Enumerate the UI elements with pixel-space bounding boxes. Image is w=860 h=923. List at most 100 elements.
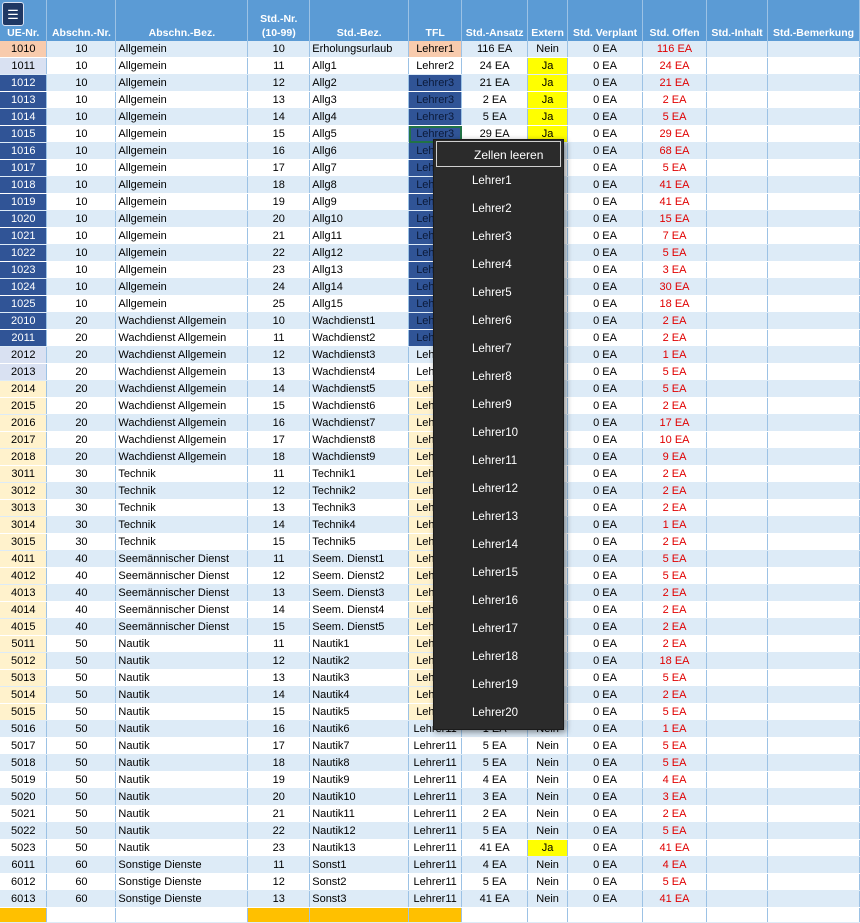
ue-nr-cell[interactable]: 3013 [0, 499, 48, 517]
std-bez-cell[interactable]: Seem. Dienst3 [309, 584, 410, 602]
abschn-nr-cell[interactable]: 50 [46, 788, 117, 806]
std-bemerkung-cell[interactable] [767, 91, 860, 109]
abschn-bez-cell[interactable]: Wachdienst Allgemein [115, 329, 249, 347]
menu-item-lehrer18[interactable]: Lehrer18 [434, 643, 563, 671]
empty-cell[interactable] [408, 907, 463, 923]
abschn-bez-cell[interactable]: Nautik [115, 822, 249, 840]
menu-item-lehrer12[interactable]: Lehrer12 [434, 475, 563, 503]
std-bemerkung-cell[interactable] [767, 414, 860, 432]
std-inhalt-cell[interactable] [706, 737, 768, 755]
std-inhalt-cell[interactable] [706, 550, 768, 568]
std-bemerkung-cell[interactable] [767, 312, 860, 330]
std-nr-cell[interactable]: 18 [247, 754, 311, 772]
ue-nr-cell[interactable]: 1021 [0, 227, 48, 245]
std-nr-cell[interactable]: 17 [247, 737, 311, 755]
std-offen-cell[interactable]: 2 EA [642, 482, 707, 500]
std-nr-cell[interactable]: 11 [247, 550, 311, 568]
tfl-cell[interactable]: Lehrer11 [408, 737, 463, 755]
abschn-nr-cell[interactable]: 20 [46, 346, 117, 364]
std-nr-cell[interactable]: 11 [247, 57, 311, 75]
abschn-nr-cell[interactable]: 60 [46, 873, 117, 891]
std-bez-cell[interactable]: Allg9 [309, 193, 410, 211]
tfl-cell[interactable]: Lehrer11 [408, 822, 463, 840]
ue-nr-cell[interactable]: 3012 [0, 482, 48, 500]
std-verplant-cell[interactable]: 0 EA [567, 312, 644, 330]
empty-cell[interactable] [0, 907, 48, 923]
extern-cell[interactable]: Ja [527, 108, 569, 126]
std-ansatz-cell[interactable]: 5 EA [461, 873, 529, 891]
menu-item-lehrer17[interactable]: Lehrer17 [434, 615, 563, 643]
std-verplant-cell[interactable]: 0 EA [567, 720, 644, 738]
ue-nr-cell[interactable]: 2017 [0, 431, 48, 449]
ue-nr-cell[interactable]: 1024 [0, 278, 48, 296]
std-nr-cell[interactable]: 15 [247, 618, 311, 636]
tfl-cell[interactable]: Lehrer3 [408, 74, 463, 92]
std-bemerkung-cell[interactable] [767, 431, 860, 449]
std-bemerkung-cell[interactable] [767, 686, 860, 704]
std-ansatz-cell[interactable]: 41 EA [461, 890, 529, 908]
menu-item-lehrer2[interactable]: Lehrer2 [434, 195, 563, 223]
std-inhalt-cell[interactable] [706, 278, 768, 296]
ue-nr-cell[interactable]: 1011 [0, 57, 48, 75]
ue-nr-cell[interactable]: 5019 [0, 771, 48, 789]
std-verplant-cell[interactable]: 0 EA [567, 618, 644, 636]
tfl-cell[interactable]: Lehrer11 [408, 890, 463, 908]
std-verplant-cell[interactable]: 0 EA [567, 278, 644, 296]
std-nr-cell[interactable]: 14 [247, 380, 311, 398]
std-verplant-cell[interactable]: 0 EA [567, 822, 644, 840]
std-bez-cell[interactable]: Nautik10 [309, 788, 410, 806]
std-nr-cell[interactable]: 11 [247, 635, 311, 653]
ue-nr-cell[interactable]: 5021 [0, 805, 48, 823]
std-bemerkung-cell[interactable] [767, 584, 860, 602]
extern-cell[interactable]: Ja [527, 74, 569, 92]
abschn-bez-cell[interactable]: Seemännischer Dienst [115, 550, 249, 568]
abschn-bez-cell[interactable]: Allgemein [115, 142, 249, 160]
std-nr-cell[interactable]: 14 [247, 516, 311, 534]
std-offen-cell[interactable]: 2 EA [642, 499, 707, 517]
menu-item-lehrer14[interactable]: Lehrer14 [434, 531, 563, 559]
std-offen-cell[interactable]: 10 EA [642, 431, 707, 449]
menu-item-lehrer11[interactable]: Lehrer11 [434, 447, 563, 475]
header-std-verplant[interactable]: Std. Verplant [567, 0, 644, 41]
abschn-bez-cell[interactable]: Nautik [115, 771, 249, 789]
std-verplant-cell[interactable]: 0 EA [567, 448, 644, 466]
abschn-bez-cell[interactable]: Allgemein [115, 176, 249, 194]
ue-nr-cell[interactable]: 5022 [0, 822, 48, 840]
abschn-bez-cell[interactable]: Nautik [115, 720, 249, 738]
std-nr-cell[interactable]: 11 [247, 856, 311, 874]
std-inhalt-cell[interactable] [706, 363, 768, 381]
std-bez-cell[interactable]: Sonst2 [309, 873, 410, 891]
std-bemerkung-cell[interactable] [767, 567, 860, 585]
abschn-bez-cell[interactable]: Nautik [115, 737, 249, 755]
std-bez-cell[interactable]: Technik3 [309, 499, 410, 517]
std-bemerkung-cell[interactable] [767, 669, 860, 687]
std-bemerkung-cell[interactable] [767, 771, 860, 789]
abschn-bez-cell[interactable]: Technik [115, 516, 249, 534]
abschn-nr-cell[interactable]: 50 [46, 822, 117, 840]
std-bemerkung-cell[interactable] [767, 601, 860, 619]
abschn-bez-cell[interactable]: Wachdienst Allgemein [115, 312, 249, 330]
std-bez-cell[interactable]: Nautik7 [309, 737, 410, 755]
empty-cell[interactable] [46, 907, 117, 923]
tfl-cell[interactable]: Lehrer11 [408, 856, 463, 874]
std-offen-cell[interactable]: 5 EA [642, 567, 707, 585]
std-verplant-cell[interactable]: 0 EA [567, 431, 644, 449]
std-nr-cell[interactable]: 16 [247, 720, 311, 738]
std-bez-cell[interactable]: Wachdienst9 [309, 448, 410, 466]
std-verplant-cell[interactable]: 0 EA [567, 788, 644, 806]
menu-button[interactable]: ☰ [2, 2, 24, 26]
ue-nr-cell[interactable]: 4014 [0, 601, 48, 619]
std-nr-cell[interactable]: 16 [247, 142, 311, 160]
std-nr-cell[interactable]: 14 [247, 108, 311, 126]
extern-cell[interactable]: Nein [527, 41, 569, 58]
empty-cell[interactable] [642, 907, 707, 923]
std-inhalt-cell[interactable] [706, 329, 768, 347]
std-bemerkung-cell[interactable] [767, 244, 860, 262]
abschn-nr-cell[interactable]: 30 [46, 533, 117, 551]
std-verplant-cell[interactable]: 0 EA [567, 703, 644, 721]
abschn-bez-cell[interactable]: Allgemein [115, 125, 249, 143]
std-inhalt-cell[interactable] [706, 584, 768, 602]
abschn-nr-cell[interactable]: 30 [46, 465, 117, 483]
ue-nr-cell[interactable]: 4013 [0, 584, 48, 602]
std-inhalt-cell[interactable] [706, 890, 768, 908]
